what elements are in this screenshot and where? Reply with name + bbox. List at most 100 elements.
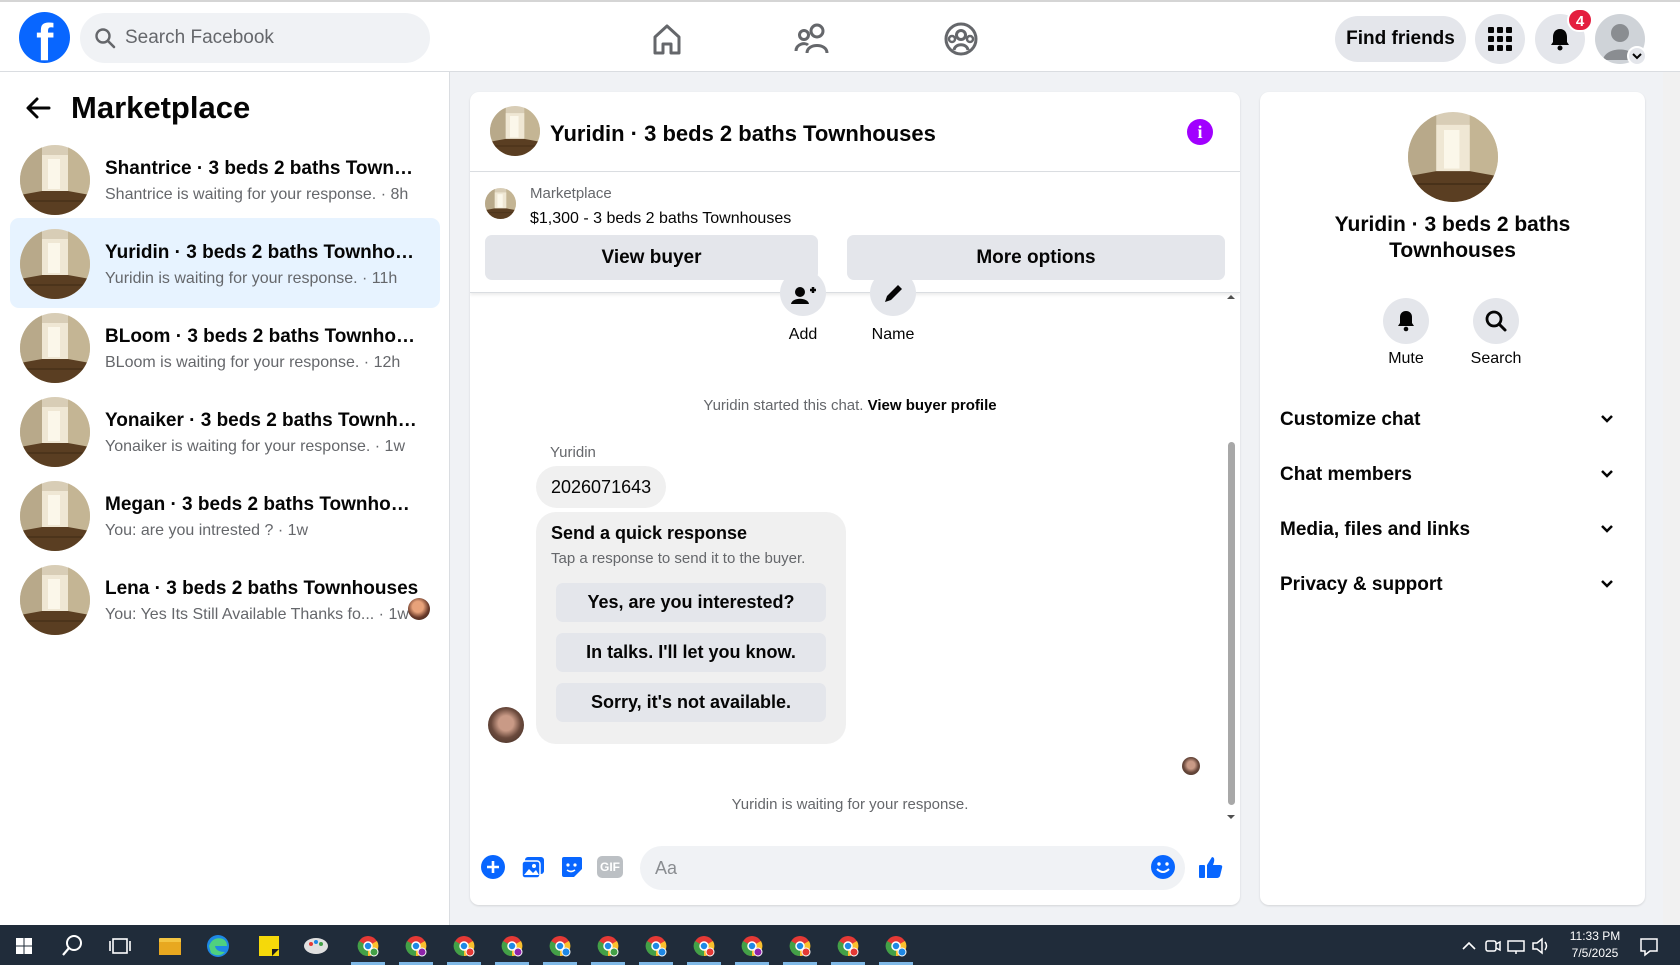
network-icon[interactable] [1505, 930, 1527, 962]
page-title: Marketplace [71, 90, 251, 125]
search-input[interactable] [125, 13, 415, 63]
message-bubble[interactable]: 2026071643 [536, 466, 667, 508]
search-label: Search [1470, 350, 1522, 367]
volume-icon[interactable] [1530, 930, 1552, 962]
section-privacy-support[interactable]: Privacy & support [1280, 564, 1625, 604]
name-chat-button[interactable] [870, 270, 916, 316]
conversation-name: Lena · 3 beds 2 baths Townhouses [105, 578, 419, 599]
section-customize-chat[interactable]: Customize chat [1280, 399, 1625, 439]
message-input[interactable] [640, 846, 1185, 890]
chevron-down-icon [1601, 525, 1613, 533]
gif-button[interactable]: GIF [597, 856, 623, 878]
conversation-item[interactable]: BLoom · 3 beds 2 baths Townhouses BLoom i… [10, 302, 440, 392]
file-explorer-icon[interactable] [151, 930, 189, 962]
quick-response-button[interactable]: Yes, are you interested? [556, 583, 826, 622]
conversation-item[interactable]: Yuridin · 3 beds 2 baths Townhouses Yurid… [10, 218, 440, 308]
friends-icon[interactable] [793, 20, 833, 58]
find-friends-button[interactable]: Find friends [1335, 16, 1466, 62]
chrome-browser-icon[interactable] [781, 930, 819, 962]
listing-price[interactable]: $1,300 - 3 beds 2 baths Townhouses [530, 210, 791, 228]
conversation-item[interactable]: Yonaiker · 3 beds 2 baths Townhou... Yona… [10, 386, 440, 476]
listing-thumbnail[interactable] [490, 106, 540, 156]
chat-scroll-thumb[interactable] [1228, 442, 1235, 805]
facebook-logo[interactable]: f [19, 12, 70, 63]
conversation-thumbnail [20, 313, 90, 383]
quick-response-button[interactable]: Sorry, it's not available. [556, 683, 826, 722]
meeting-icon[interactable] [1482, 930, 1502, 962]
conversation-thumbnail [20, 229, 90, 299]
mute-button[interactable] [1383, 298, 1429, 344]
details-thumbnail[interactable] [1408, 112, 1498, 202]
groups-icon[interactable] [941, 20, 981, 58]
seen-avatar [408, 598, 430, 620]
chat-scrollbar[interactable] [1225, 292, 1237, 822]
room-photo [20, 313, 90, 383]
notification-center-icon[interactable] [1636, 930, 1662, 962]
add-people-button[interactable] [780, 270, 826, 316]
sender-avatar[interactable] [488, 707, 524, 743]
tray-chevron-up-icon[interactable] [1459, 930, 1479, 962]
scroll-down-arrow-icon[interactable] [1225, 812, 1237, 822]
section-chat-members[interactable]: Chat members [1280, 454, 1625, 494]
search-icon [1485, 310, 1507, 332]
chrome-browser-icon[interactable] [349, 930, 387, 962]
chrome-browser-icon[interactable] [541, 930, 579, 962]
chrome-browser-icon[interactable] [637, 930, 675, 962]
search-in-chat-button[interactable] [1473, 298, 1519, 344]
marketplace-header: Marketplace [25, 88, 250, 128]
chevron-down-icon [1632, 53, 1642, 60]
mute-label: Mute [1388, 350, 1424, 367]
thumbs-up-icon[interactable] [1198, 854, 1224, 880]
emoji-icon[interactable] [1150, 854, 1176, 880]
chrome-browser-icon[interactable] [493, 930, 531, 962]
chat-title[interactable]: Yuridin · 3 beds 2 baths Townhouses [550, 121, 936, 147]
bell-icon [1551, 29, 1569, 51]
clock-time[interactable]: 11:33 PM [1565, 929, 1625, 943]
conversation-thumbnail [20, 565, 90, 635]
name-label: Name [871, 326, 915, 343]
conversation-item[interactable]: Megan · 3 beds 2 baths Townhouses You: ar… [10, 470, 440, 560]
conversation-item[interactable]: Lena · 3 beds 2 baths Townhouses You: Yes… [10, 554, 440, 644]
account-menu-caret[interactable] [1627, 46, 1647, 66]
chrome-browser-icon[interactable] [589, 930, 627, 962]
chrome-browser-icon[interactable] [445, 930, 483, 962]
menu-button[interactable] [1475, 14, 1525, 64]
back-arrow-icon[interactable] [25, 96, 51, 120]
chrome-browser-icon[interactable] [397, 930, 435, 962]
paint-app-icon[interactable] [297, 930, 335, 962]
sticker-icon[interactable] [559, 854, 585, 880]
sticky-notes-icon[interactable] [250, 930, 288, 962]
conversation-name: Megan · 3 beds 2 baths Townhouses [105, 494, 420, 515]
pencil-icon [885, 285, 902, 302]
conversation-item[interactable]: Shantrice · 3 beds 2 baths Townho... Shan… [10, 134, 440, 224]
view-buyer-button[interactable]: View buyer [485, 235, 818, 280]
chrome-browser-icon[interactable] [829, 930, 867, 962]
search-box[interactable] [80, 13, 430, 63]
photo-icon[interactable] [520, 854, 546, 880]
taskbar-search-icon[interactable] [53, 930, 91, 962]
info-icon[interactable]: i [1187, 119, 1213, 145]
chat-details-panel: Yuridin · 3 beds 2 baths Townhouses Mute… [1260, 92, 1645, 905]
listing-label: Marketplace [530, 185, 612, 202]
conversation-preview: You: are you intrested ? · 1w [105, 522, 309, 539]
view-buyer-profile-link[interactable]: View buyer profile [868, 397, 997, 414]
edge-browser-icon[interactable] [199, 930, 237, 962]
listing-small-thumbnail[interactable] [485, 188, 516, 219]
plus-circle-icon[interactable] [480, 854, 506, 880]
windows-taskbar: 11:33 PM 7/5/2025 [0, 925, 1680, 965]
clock-date[interactable]: 7/5/2025 [1565, 946, 1625, 960]
chrome-browser-icon[interactable] [877, 930, 915, 962]
window-scrollbar[interactable] [1663, 72, 1680, 925]
chat-started-text: Yuridin started this chat. [703, 397, 864, 414]
grid-menu-icon [1488, 27, 1512, 51]
chrome-browser-icon[interactable] [685, 930, 723, 962]
scroll-up-arrow-icon[interactable] [1225, 292, 1237, 302]
chrome-browser-icon[interactable] [733, 930, 771, 962]
task-view-icon[interactable] [101, 930, 139, 962]
chat-header: Yuridin · 3 beds 2 baths Townhouses i [470, 92, 1240, 172]
quick-response-button[interactable]: In talks. I'll let you know. [556, 633, 826, 672]
waiting-notice: Yuridin is waiting for your response. [731, 796, 969, 813]
section-media-files-links[interactable]: Media, files and links [1280, 509, 1625, 549]
windows-start-icon[interactable] [5, 930, 43, 962]
home-icon[interactable] [647, 20, 687, 58]
